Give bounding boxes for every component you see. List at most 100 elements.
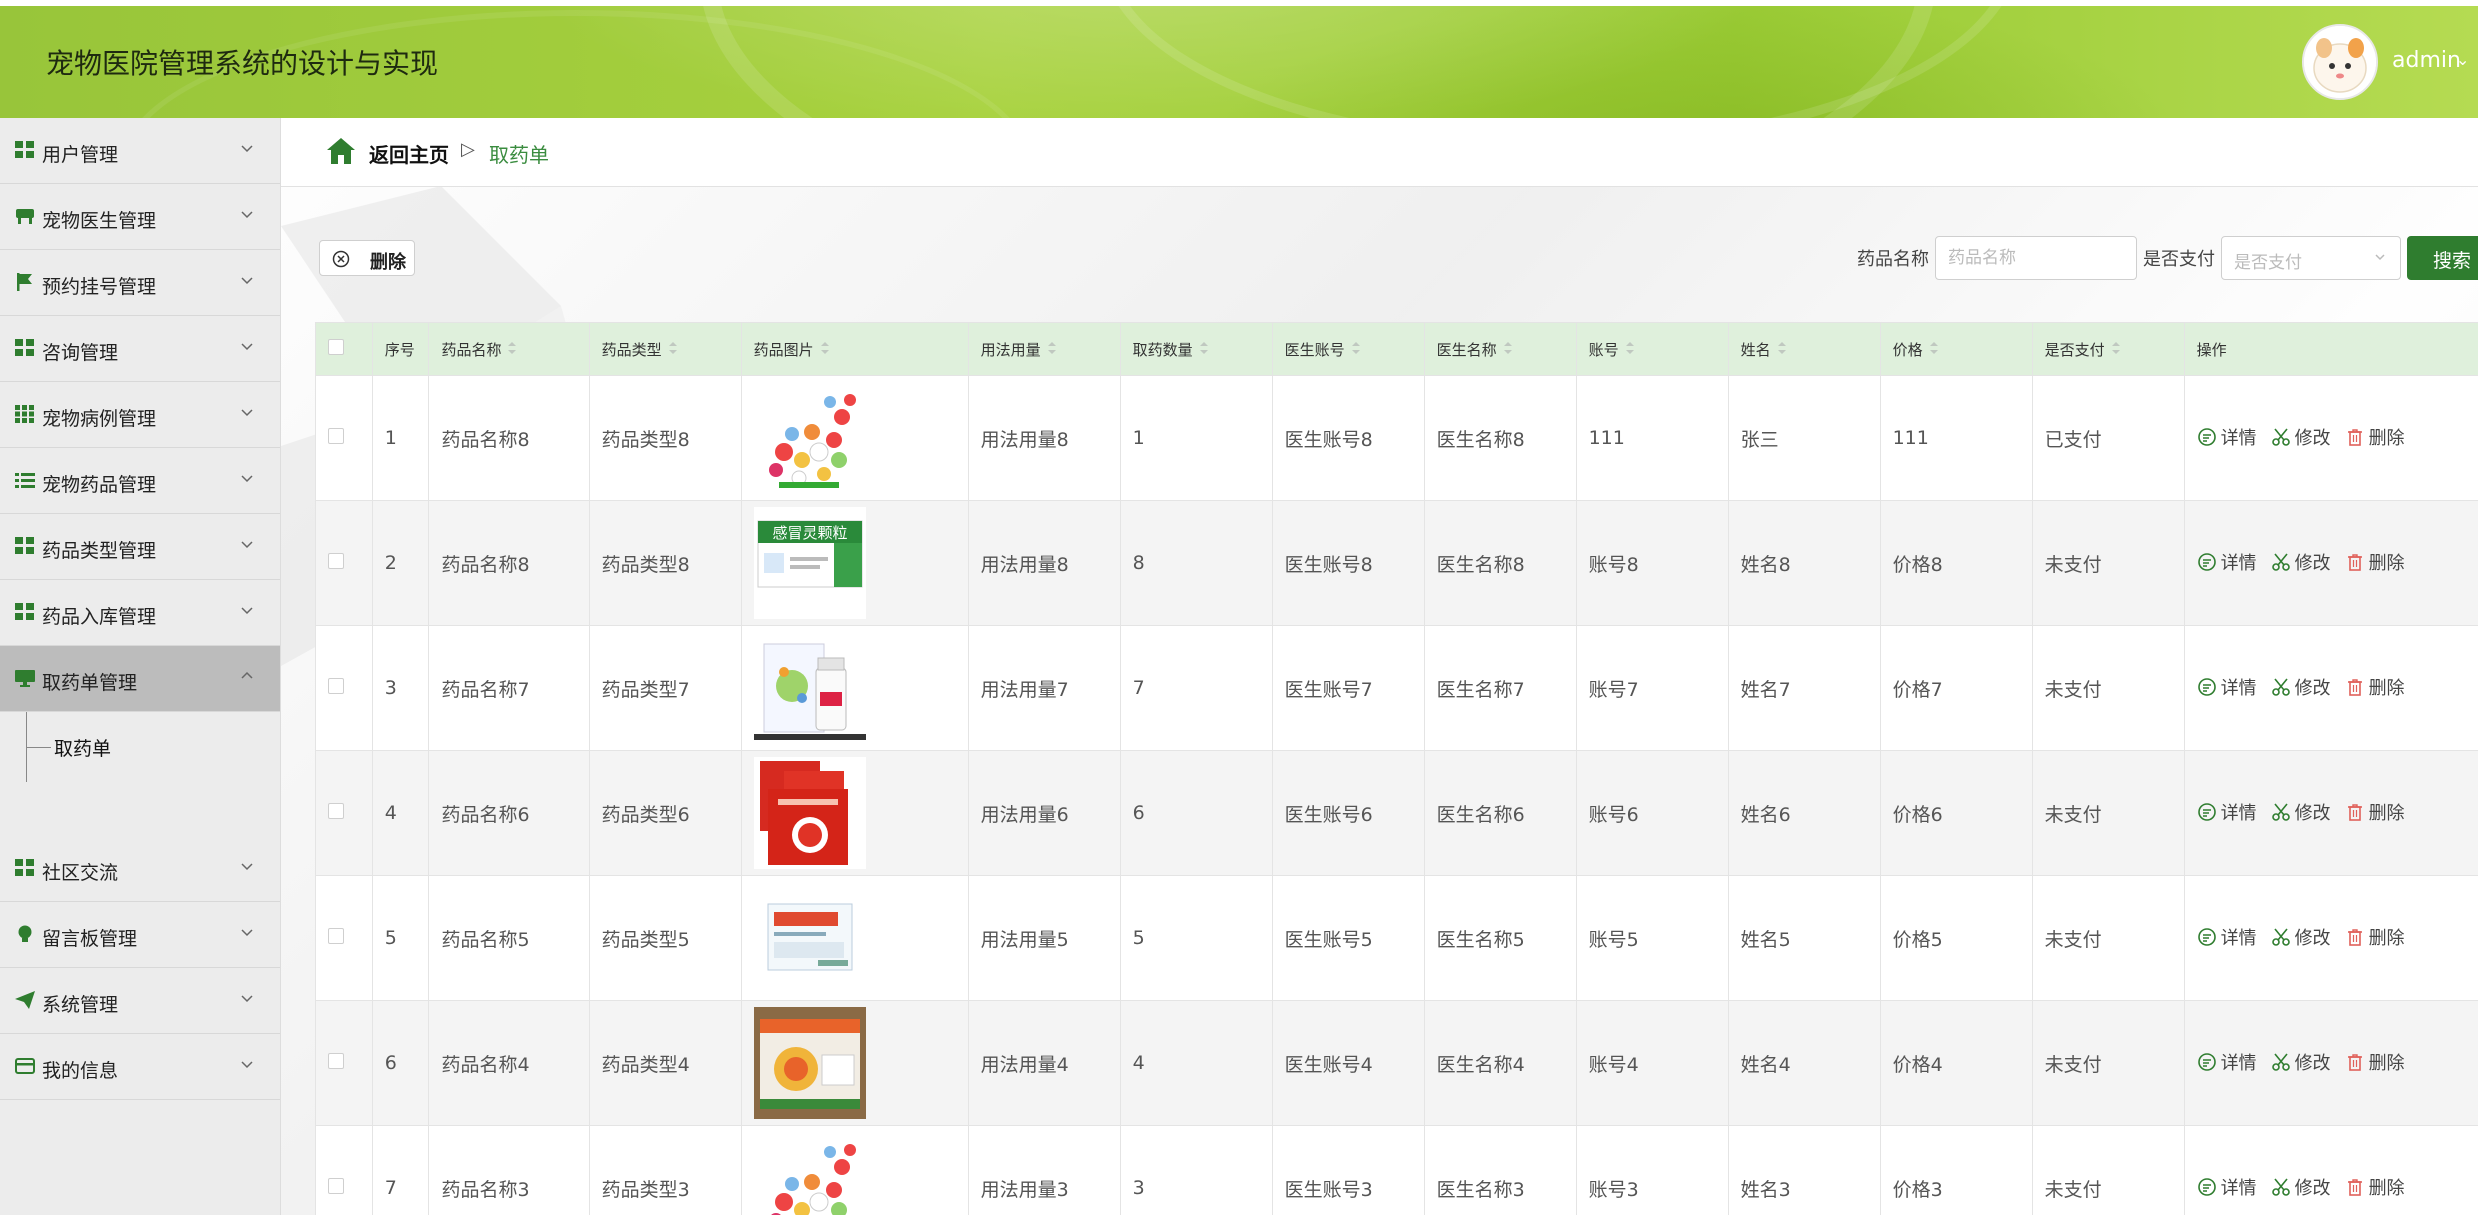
sort-icon[interactable] [668, 341, 678, 359]
delete-button[interactable]: 删除 [2345, 674, 2405, 700]
column-header[interactable]: 药品图片 [740, 322, 969, 376]
drug-type: 药品类型4 [601, 1053, 690, 1076]
sidebar-item[interactable]: 留言板管理 [0, 902, 280, 968]
orange-box-image[interactable] [753, 1007, 866, 1119]
pills-image[interactable] [753, 1132, 866, 1215]
detail-button[interactable]: 详情 [2197, 1049, 2257, 1075]
column-header[interactable]: 是否支付 [2031, 322, 2185, 376]
edit-button[interactable]: 修改 [2271, 549, 2331, 575]
sort-icon[interactable] [507, 341, 517, 359]
edit-button[interactable]: 修改 [2271, 924, 2331, 950]
search-name-input[interactable] [1935, 236, 2137, 280]
column-header[interactable]: 账号 [1575, 322, 1729, 376]
drug-name: 药品名称6 [441, 803, 530, 826]
column-header-label: 操作 [2196, 340, 2227, 359]
bulk-delete-button[interactable]: 删除 [319, 240, 415, 276]
search-button[interactable]: 搜索 [2407, 236, 2478, 280]
edit-button[interactable]: 修改 [2271, 799, 2331, 825]
drug-usage-cell: 用法用量4 [967, 1000, 1121, 1126]
sidebar-item[interactable]: 用户管理 [0, 118, 280, 184]
delete-button[interactable]: 删除 [2345, 424, 2405, 450]
avatar[interactable] [2302, 24, 2378, 100]
sidebar-item[interactable]: 宠物医生管理 [0, 184, 280, 250]
sort-icon[interactable] [1199, 341, 1209, 359]
drug-name: 药品名称4 [441, 1053, 530, 1076]
sidebar-item[interactable]: 宠物药品管理 [0, 448, 280, 514]
sort-icon[interactable] [1351, 341, 1361, 359]
price: 111 [1892, 427, 1929, 449]
granules-box-image[interactable]: 感冒灵颗粒 [753, 507, 866, 619]
detail-button[interactable]: 详情 [2197, 1174, 2257, 1200]
detail-button[interactable]: 详情 [2197, 424, 2257, 450]
column-header[interactable]: 用法用量 [967, 322, 1121, 376]
row-number-cell: 7 [371, 1125, 430, 1215]
sidebar-item[interactable]: 社区交流 [0, 836, 280, 902]
edit-button[interactable]: 修改 [2271, 1049, 2331, 1075]
tablet-box-image[interactable] [753, 882, 866, 994]
row-checkbox[interactable] [328, 428, 344, 444]
edit-button[interactable]: 修改 [2271, 674, 2331, 700]
column-header[interactable]: 医生名称 [1423, 322, 1577, 376]
column-header[interactable]: 药品名称 [428, 322, 590, 376]
drug-name: 药品名称7 [441, 678, 530, 701]
chevron-down-icon[interactable]: ⌄ [2456, 50, 2469, 69]
sort-icon[interactable] [2111, 341, 2121, 359]
home-icon[interactable] [325, 136, 357, 166]
column-header[interactable]: 药品类型 [588, 322, 742, 376]
sidebar-subitem[interactable]: 取药单 [0, 712, 280, 782]
drug-usage-cell: 用法用量7 [967, 625, 1121, 751]
edit-button[interactable]: 修改 [2271, 424, 2331, 450]
sidebar-item[interactable]: 预约挂号管理 [0, 250, 280, 316]
red-packets-image[interactable] [753, 757, 866, 869]
detail-button[interactable]: 详情 [2197, 549, 2257, 575]
sidebar-item-label: 药品入库管理 [42, 606, 157, 628]
detail-button[interactable]: 详情 [2197, 799, 2257, 825]
pay-status-select[interactable]: 是否支付 [2221, 236, 2401, 280]
sidebar-item[interactable]: 药品入库管理 [0, 580, 280, 646]
user-name[interactable]: admin [2392, 48, 2461, 73]
row-checkbox[interactable] [328, 553, 344, 569]
select-all-checkbox[interactable] [328, 339, 344, 355]
delete-button[interactable]: 删除 [2345, 1049, 2405, 1075]
row-checkbox[interactable] [328, 1178, 344, 1194]
sort-icon[interactable] [1503, 341, 1513, 359]
pills-image[interactable] [753, 382, 866, 494]
row-number: 7 [384, 1177, 397, 1199]
bottle-box-image[interactable] [753, 632, 866, 744]
detail-button[interactable]: 详情 [2197, 924, 2257, 950]
account-cell: 账号7 [1575, 625, 1729, 751]
sidebar-item[interactable]: 取药单管理 [0, 646, 280, 712]
edit-button[interactable]: 修改 [2271, 1174, 2331, 1200]
sort-icon[interactable] [1777, 341, 1787, 359]
row-checkbox[interactable] [328, 1053, 344, 1069]
sort-icon[interactable] [820, 341, 830, 359]
delete-button[interactable]: 删除 [2345, 549, 2405, 575]
column-header[interactable]: 取药数量 [1119, 322, 1273, 376]
sidebar-item-label: 药品类型管理 [42, 540, 157, 562]
drug-name: 药品名称8 [441, 428, 530, 451]
column-header[interactable]: 价格 [1879, 322, 2033, 376]
price: 价格7 [1892, 678, 1943, 701]
column-header[interactable]: 医生账号 [1271, 322, 1425, 376]
sort-icon[interactable] [1929, 341, 1939, 359]
row-number: 2 [384, 552, 397, 574]
sidebar-item[interactable]: 系统管理 [0, 968, 280, 1034]
pay-status-placeholder: 是否支付 [2234, 253, 2302, 273]
sidebar-item[interactable]: 咨询管理 [0, 316, 280, 382]
delete-button[interactable]: 删除 [2345, 799, 2405, 825]
row-checkbox[interactable] [328, 678, 344, 694]
sidebar-item[interactable]: 宠物病例管理 [0, 382, 280, 448]
drug-type-cell: 药品类型8 [588, 375, 742, 501]
sidebar-item[interactable]: 药品类型管理 [0, 514, 280, 580]
breadcrumb-home-link[interactable]: 返回主页 [369, 139, 449, 168]
delete-button[interactable]: 删除 [2345, 924, 2405, 950]
row-checkbox[interactable] [328, 803, 344, 819]
detail-button[interactable]: 详情 [2197, 674, 2257, 700]
sidebar-item[interactable]: 我的信息 [0, 1034, 280, 1100]
delete-button[interactable]: 删除 [2345, 1174, 2405, 1200]
sort-icon[interactable] [1047, 341, 1057, 359]
pickup-quantity-cell: 7 [1119, 625, 1273, 751]
sort-icon[interactable] [1625, 341, 1635, 359]
column-header[interactable]: 姓名 [1727, 322, 1881, 376]
row-checkbox[interactable] [328, 928, 344, 944]
